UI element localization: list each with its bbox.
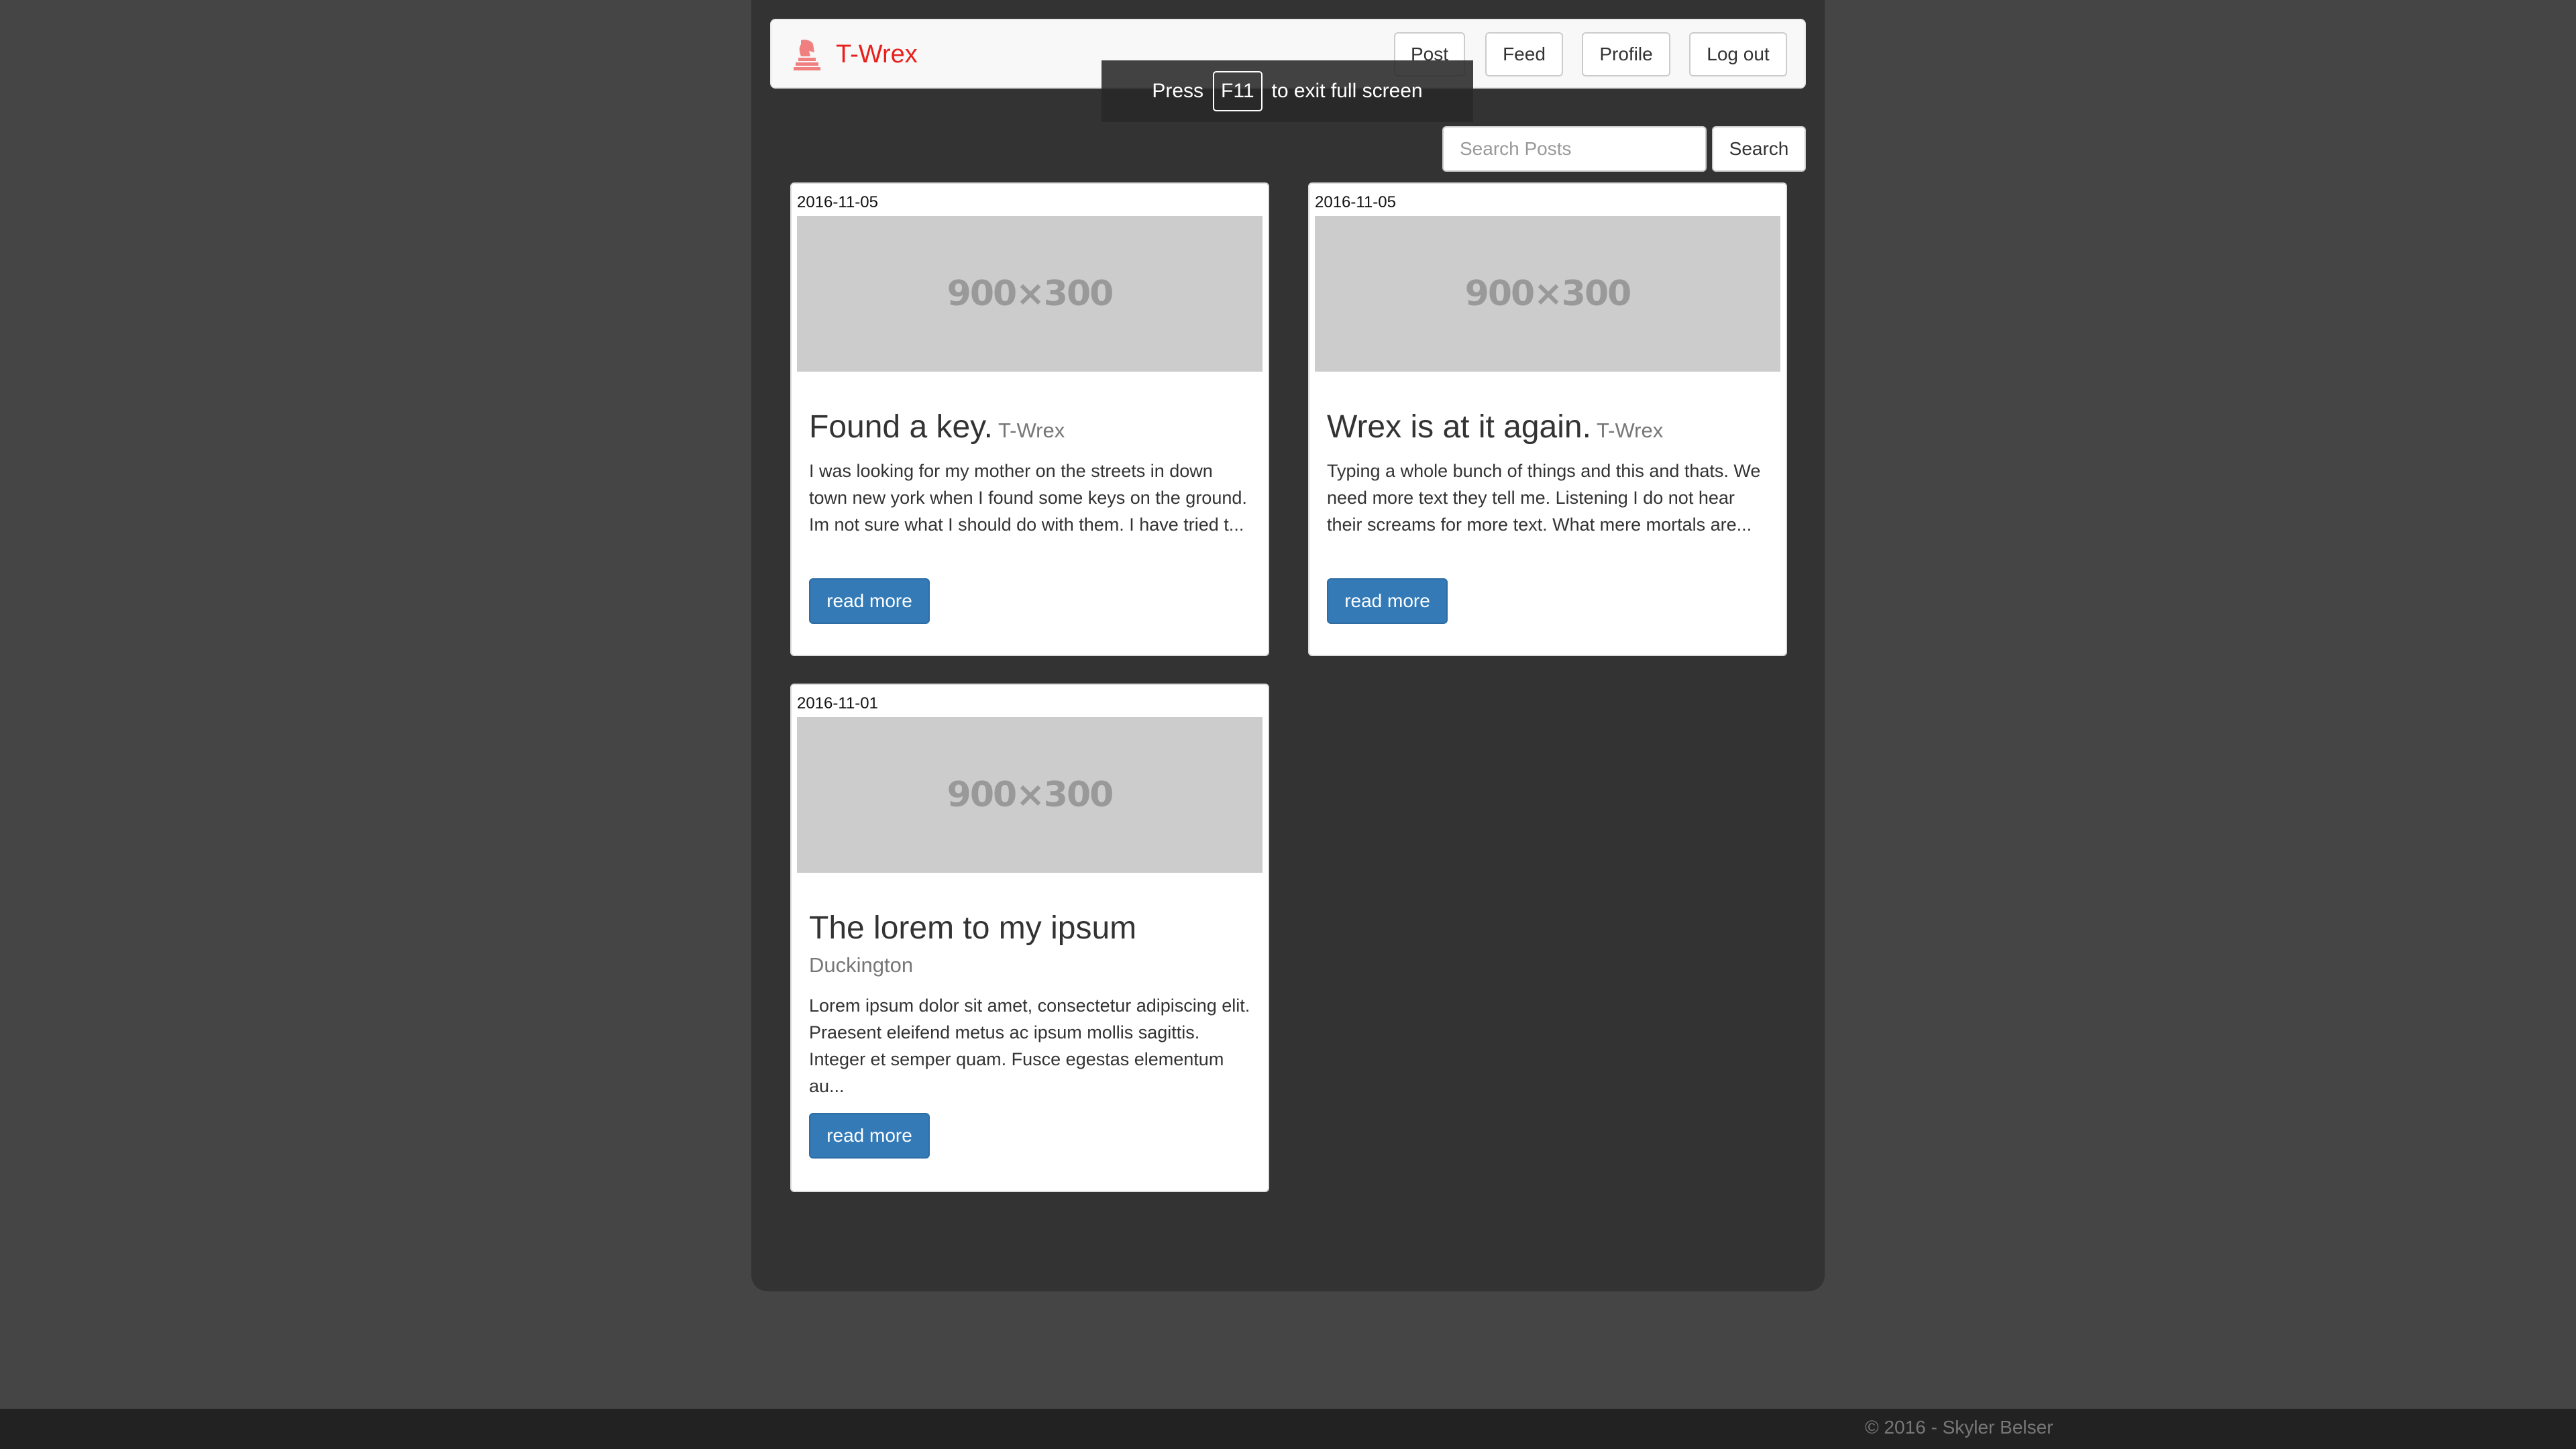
post-date: 2016-11-05 [1315, 193, 1396, 211]
post-title: Wrex is at it again. T-Wrex [1327, 408, 1663, 450]
post-image-placeholder: 900×300 [797, 216, 1263, 372]
footer: © 2016 - Skyler Belser [0, 1409, 2576, 1449]
read-more-button[interactable]: read more [809, 1113, 930, 1159]
fullscreen-notice-suffix: to exit full screen [1271, 80, 1423, 102]
post-image-placeholder: 900×300 [797, 717, 1263, 873]
post-card: 2016-11-05 900×300 Wrex is at it again. T… [1308, 182, 1787, 656]
post-card: 2016-11-05 900×300 Found a key. T-Wrex I … [790, 182, 1269, 656]
read-more-button[interactable]: read more [1327, 578, 1448, 624]
footer-copyright: © 2016 - Skyler Belser [1865, 1417, 2053, 1438]
post-excerpt: Lorem ipsum dolor sit amet, consectetur … [809, 996, 1250, 1096]
f11-key: F11 [1213, 71, 1263, 111]
post-title: The lorem to my ipsum [809, 910, 1137, 946]
post-card: 2016-11-01 900×300 The lorem to my ipsum… [790, 684, 1269, 1192]
logout-button[interactable]: Log out [1689, 32, 1787, 76]
fullscreen-notice: Press F11 to exit full screen [1102, 60, 1473, 122]
feed-button[interactable]: Feed [1485, 32, 1563, 76]
brand-name[interactable]: T-Wrex [836, 39, 918, 70]
search-input[interactable] [1442, 126, 1707, 172]
search-button[interactable]: Search [1712, 126, 1806, 172]
read-more-button[interactable]: read more [809, 578, 930, 624]
chess-knight-icon[interactable] [792, 38, 821, 71]
post-author: Duckington [809, 953, 914, 977]
post-excerpt: I was looking for my mother on the stree… [809, 461, 1247, 535]
post-author: T-Wrex [1596, 419, 1664, 442]
post-title-text: Wrex is at it again. [1327, 409, 1591, 445]
post-date: 2016-11-01 [797, 694, 878, 712]
profile-button[interactable]: Profile [1582, 32, 1670, 76]
post-title-text: Found a key. [809, 409, 993, 445]
post-excerpt: Typing a whole bunch of things and this … [1327, 461, 1761, 535]
post-author: T-Wrex [998, 419, 1065, 442]
post-image-placeholder: 900×300 [1315, 216, 1780, 372]
fullscreen-notice-prefix: Press [1152, 80, 1204, 102]
post-date: 2016-11-05 [797, 193, 878, 211]
post-title: Found a key. T-Wrex [809, 408, 1065, 450]
